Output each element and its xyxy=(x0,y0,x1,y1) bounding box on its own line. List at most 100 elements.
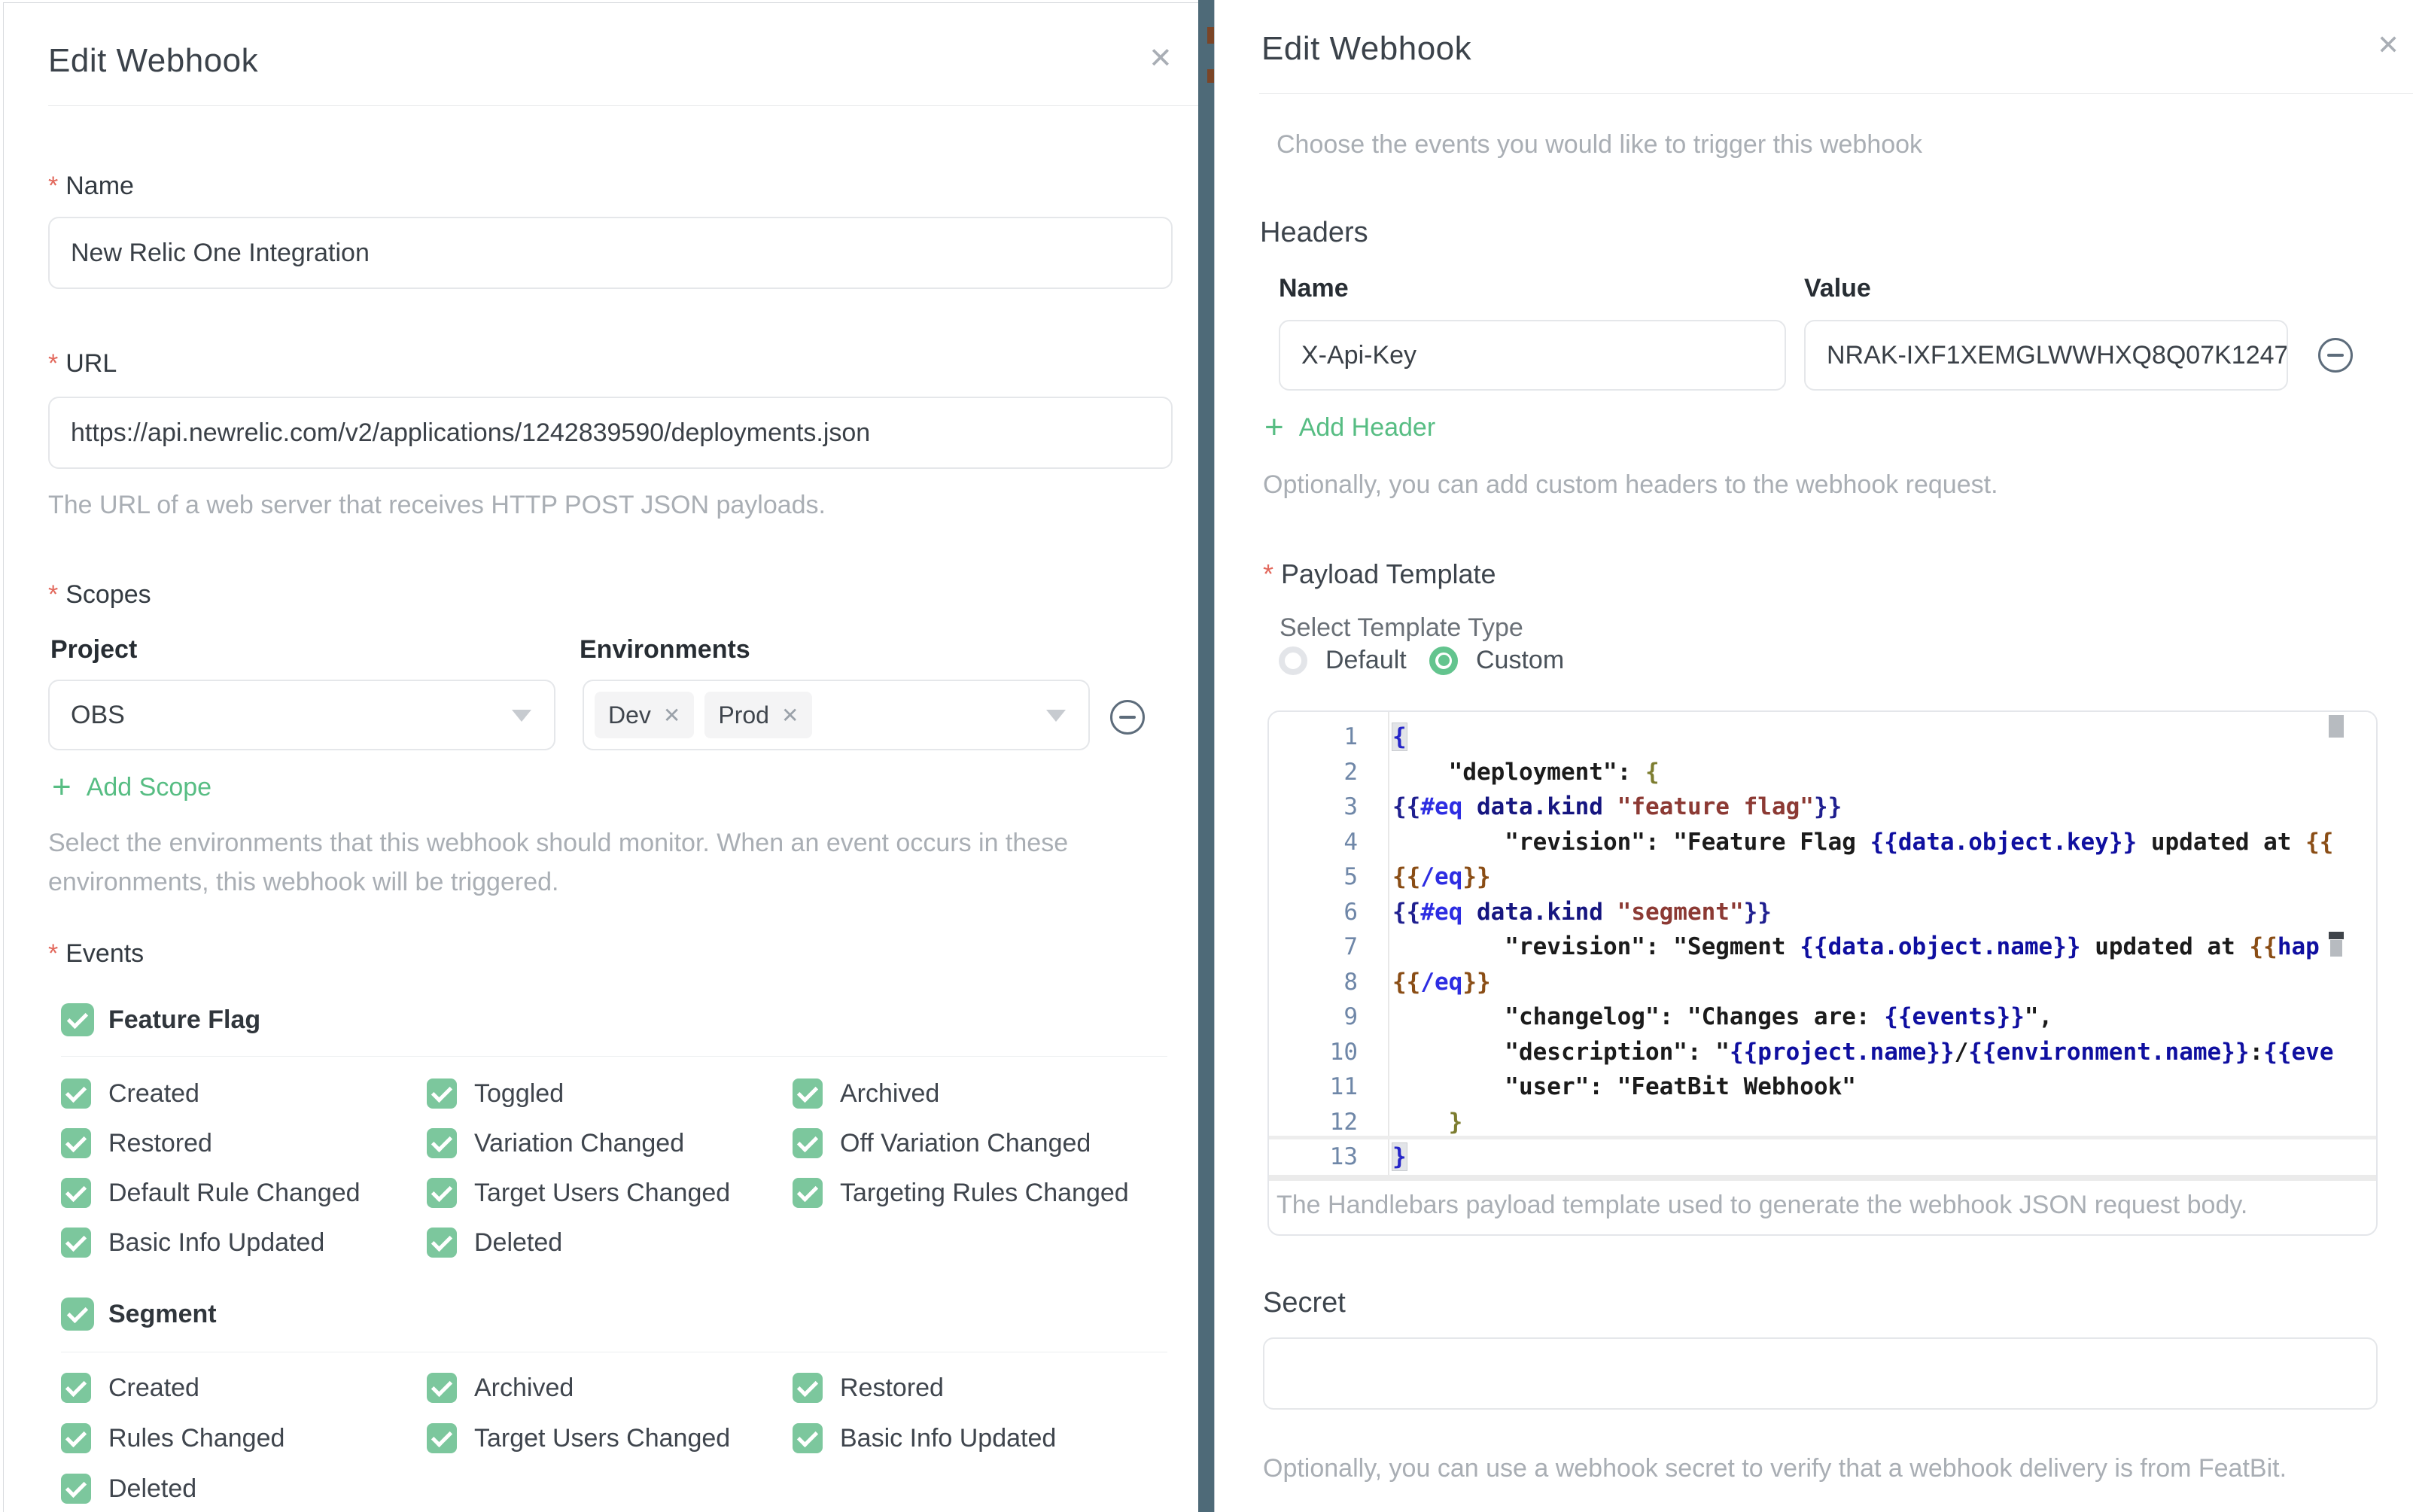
header-value-input[interactable]: NRAK-IXF1XEMGLWWHXQ8Q07K12473M xyxy=(1804,320,2288,391)
scrollbar-thumb[interactable] xyxy=(2329,715,2344,738)
remove-scope-button[interactable] xyxy=(1110,700,1145,735)
modal-title: Edit Webhook xyxy=(48,42,258,80)
checkbox-checked-icon[interactable] xyxy=(61,1228,91,1258)
payload-template-help-text: The Handlebars payload template used to … xyxy=(1276,1191,2247,1220)
event-checkbox-item[interactable]: Restored xyxy=(793,1373,1158,1403)
scopes-help-text: Select the environments that this webhoo… xyxy=(48,823,1094,902)
required-asterisk-icon: * xyxy=(48,172,58,201)
webhook-url-input[interactable]: https://api.newrelic.com/v2/applications… xyxy=(48,397,1173,469)
checkbox-checked-icon[interactable] xyxy=(61,1423,91,1453)
event-checkbox-item[interactable]: Default Rule Changed xyxy=(61,1178,427,1208)
url-label: * URL xyxy=(48,349,117,379)
event-checkbox-label: Basic Info Updated xyxy=(840,1423,1056,1453)
checkbox-checked-icon[interactable] xyxy=(793,1078,823,1109)
checkbox-checked-icon[interactable] xyxy=(427,1373,457,1403)
event-checkbox-label: Basic Info Updated xyxy=(108,1228,324,1258)
checkbox-checked-icon[interactable] xyxy=(61,1298,94,1331)
edit-webhook-modal-left: Edit Webhook ✕ * Name New Relic One Inte… xyxy=(3,2,1198,1512)
tag-remove-icon[interactable]: ✕ xyxy=(781,703,799,728)
code-text: {{/eq}} xyxy=(1392,969,1491,996)
checkbox-checked-icon[interactable] xyxy=(427,1228,457,1258)
checkbox-checked-icon[interactable] xyxy=(793,1128,823,1158)
event-checkbox-label: Archived xyxy=(840,1078,939,1109)
secret-input[interactable] xyxy=(1263,1337,2378,1410)
event-checkbox-item[interactable]: Basic Info Updated xyxy=(793,1423,1158,1453)
horizontal-scrollbar[interactable] xyxy=(1269,1175,2376,1181)
edit-webhook-modal-right: Edit Webhook ✕ Choose the events you wou… xyxy=(1214,0,2413,1512)
environments-select[interactable]: Dev✕Prod✕ xyxy=(583,680,1090,750)
event-checkbox-item[interactable]: Archived xyxy=(427,1373,793,1403)
code-area[interactable]: 1{2 "deployment": {3{{#eq data.kind "fea… xyxy=(1269,712,2376,1175)
project-select-value: OBS xyxy=(71,681,125,749)
environment-tag-list: Dev✕Prod✕ xyxy=(595,681,812,749)
header-divider xyxy=(1259,93,2413,94)
header-name-input[interactable]: X-Api-Key xyxy=(1279,320,1786,391)
checkbox-checked-icon[interactable] xyxy=(793,1423,823,1453)
event-group-header: Segment xyxy=(61,1298,1167,1331)
plus-icon: + xyxy=(1264,411,1284,444)
event-checkbox-item[interactable]: Created xyxy=(61,1373,427,1403)
remove-header-button[interactable] xyxy=(2318,338,2353,373)
checkbox-checked-icon[interactable] xyxy=(61,1474,91,1504)
code-text: {{/eq}} xyxy=(1392,863,1491,890)
line-number: 6 xyxy=(1269,895,1358,930)
webhook-name-input[interactable]: New Relic One Integration xyxy=(48,217,1173,289)
code-text: "user": "FeatBit Webhook" xyxy=(1392,1073,1856,1100)
event-checkbox-item[interactable]: Target Users Changed xyxy=(427,1423,793,1453)
checkbox-checked-icon[interactable] xyxy=(427,1078,457,1109)
checkbox-checked-icon[interactable] xyxy=(793,1178,823,1208)
event-checkbox-item[interactable]: Target Users Changed xyxy=(427,1178,793,1208)
headers-help-text: Optionally, you can add custom headers t… xyxy=(1263,465,1998,504)
event-checkbox-label: Variation Changed xyxy=(474,1128,684,1158)
scopes-label: * Scopes xyxy=(48,580,151,610)
checkbox-checked-icon[interactable] xyxy=(61,1128,91,1158)
modal-title: Edit Webhook xyxy=(1261,30,1471,68)
select-template-type-label: Select Template Type xyxy=(1280,613,1523,643)
template-type-radio-custom[interactable]: Custom xyxy=(1429,646,1564,675)
event-checkbox-label: Default Rule Changed xyxy=(108,1178,361,1208)
event-checkbox-label: Toggled xyxy=(474,1078,564,1109)
checkbox-checked-icon[interactable] xyxy=(61,1078,91,1109)
code-line-7: 7 "revision": "Segment {{data.object.nam… xyxy=(1269,929,2376,965)
event-checkbox-item[interactable]: Rules Changed xyxy=(61,1423,427,1453)
event-checkbox-item[interactable]: Archived xyxy=(793,1078,1158,1109)
checkbox-checked-icon[interactable] xyxy=(61,1373,91,1403)
event-checkbox-item[interactable]: Targeting Rules Changed xyxy=(793,1178,1158,1208)
checkbox-checked-icon[interactable] xyxy=(793,1373,823,1403)
chevron-down-icon xyxy=(512,710,531,722)
scrollbar-cursor-marker xyxy=(2329,932,2344,939)
event-checkbox-item[interactable]: Created xyxy=(61,1078,427,1109)
close-icon[interactable]: ✕ xyxy=(1149,44,1173,73)
line-number: 11 xyxy=(1269,1069,1358,1105)
template-type-radio-default[interactable]: Default xyxy=(1279,646,1407,675)
vertical-scrollbar[interactable] xyxy=(2329,715,2344,1176)
event-checkbox-item[interactable]: Variation Changed xyxy=(427,1128,793,1158)
line-number: 1 xyxy=(1269,719,1358,755)
event-checkbox-label: Archived xyxy=(474,1373,574,1403)
event-checkbox-item[interactable]: Restored xyxy=(61,1128,427,1158)
event-checkbox-item[interactable]: Deleted xyxy=(61,1474,427,1504)
project-select[interactable]: OBS xyxy=(48,680,555,750)
checkbox-checked-icon[interactable] xyxy=(427,1423,457,1453)
radio-unchecked-icon xyxy=(1279,646,1307,675)
tag-remove-icon[interactable]: ✕ xyxy=(663,703,680,728)
checkbox-checked-icon[interactable] xyxy=(61,1178,91,1208)
checkbox-checked-icon[interactable] xyxy=(61,1003,94,1036)
code-line-2: 2 "deployment": { xyxy=(1269,755,2376,790)
add-header-button[interactable]: + Add Header xyxy=(1264,411,1435,444)
code-line-12: 12 } xyxy=(1269,1105,2376,1140)
event-checkbox-item[interactable]: Deleted xyxy=(427,1228,793,1258)
add-scope-button[interactable]: + Add Scope xyxy=(52,771,211,804)
event-checkbox-item[interactable]: Toggled xyxy=(427,1078,793,1109)
event-checkbox-item[interactable]: Off Variation Changed xyxy=(793,1128,1158,1158)
checkbox-checked-icon[interactable] xyxy=(427,1128,457,1158)
checkbox-checked-icon[interactable] xyxy=(427,1178,457,1208)
line-number: 7 xyxy=(1269,929,1358,965)
close-icon[interactable]: ✕ xyxy=(2377,32,2399,59)
event-checkbox-label: Rules Changed xyxy=(108,1423,285,1453)
events-label: * Events xyxy=(48,939,144,969)
secret-help-text: Optionally, you can use a webhook secret… xyxy=(1263,1449,2287,1488)
payload-template-editor[interactable]: 1{2 "deployment": {3{{#eq data.kind "fea… xyxy=(1267,710,2378,1236)
event-checkbox-item[interactable]: Basic Info Updated xyxy=(61,1228,427,1258)
line-number: 4 xyxy=(1269,825,1358,860)
